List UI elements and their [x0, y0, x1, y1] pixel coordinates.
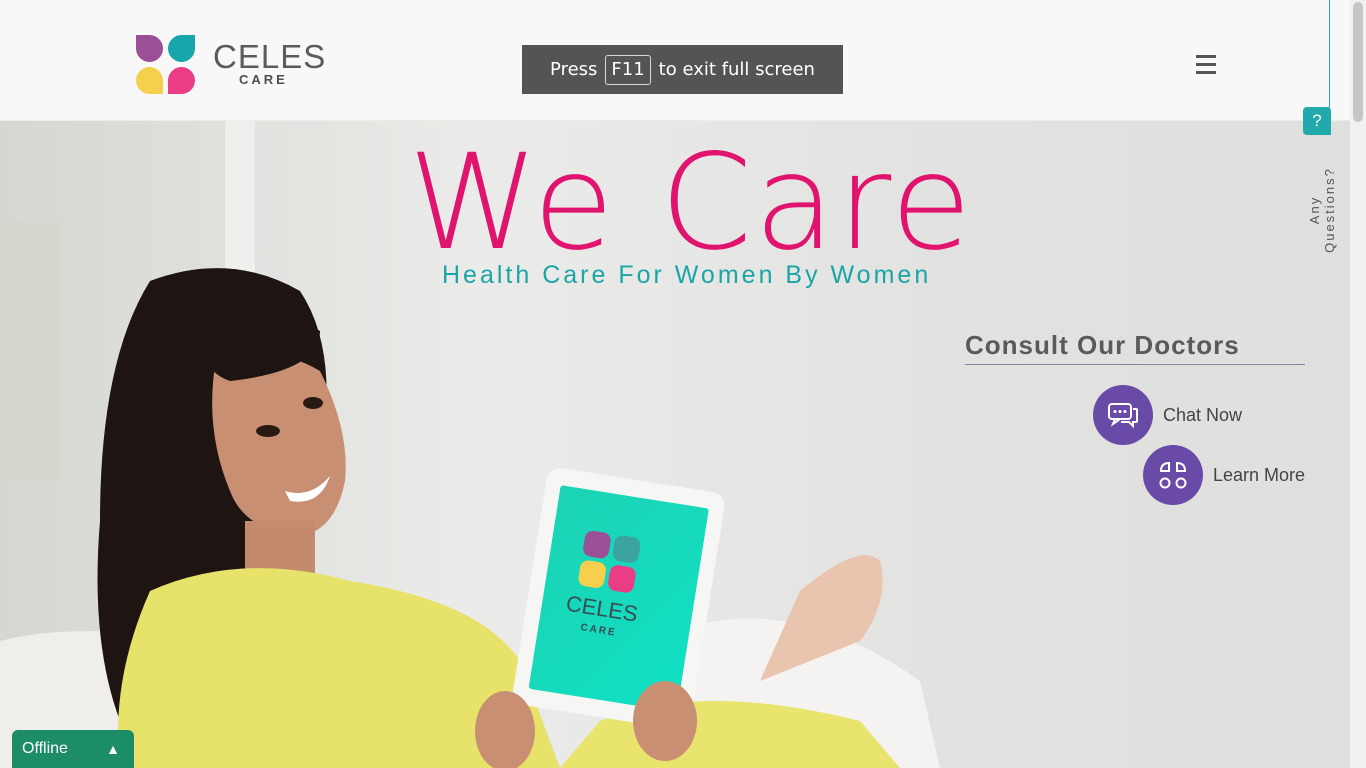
- question-icon[interactable]: ?: [1303, 107, 1331, 135]
- chat-now-label: Chat Now: [1163, 404, 1243, 425]
- fullscreen-notice-suffix: to exit full screen: [658, 59, 815, 80]
- site-header: CELES CARE Press F11 to exit full screen: [0, 0, 1350, 121]
- fullscreen-notice: Press F11 to exit full screen: [522, 45, 843, 94]
- side-widget-line: [1329, 0, 1330, 108]
- logo-subword: CARE: [239, 72, 288, 87]
- scrollbar-thumb[interactable]: [1353, 2, 1363, 122]
- hero-title: We Care: [408, 126, 974, 280]
- any-questions-tab[interactable]: Any Questions?: [1307, 155, 1337, 265]
- hamburger-icon[interactable]: [1196, 55, 1216, 75]
- fullscreen-notice-prefix: Press: [550, 59, 598, 80]
- learn-more-button[interactable]: Learn More: [1143, 445, 1305, 505]
- hero-tagline: Health Care For Women By Women: [442, 261, 932, 289]
- celes-care-logo[interactable]: CELES CARE: [136, 35, 325, 97]
- page-scrollbar[interactable]: [1350, 0, 1366, 768]
- apps-icon: [1143, 445, 1203, 505]
- learn-more-label: Learn More: [1213, 464, 1306, 485]
- hero-banner: CELES CARE We Care Health Care For Women…: [0, 121, 1350, 768]
- chat-now-button[interactable]: Chat Now: [1093, 385, 1242, 445]
- offline-label: Offline: [22, 740, 68, 757]
- consult-divider: [965, 364, 1305, 365]
- logo-mark-icon: [136, 35, 196, 95]
- consult-heading: Consult Our Doctors: [965, 330, 1240, 360]
- chat-icon: [1093, 385, 1153, 445]
- fullscreen-notice-key: F11: [605, 54, 651, 85]
- logo-wordmark: CELES: [213, 38, 327, 75]
- offline-chat-widget[interactable]: Offline ▲: [12, 730, 134, 768]
- chevron-up-icon: ▲: [106, 741, 120, 757]
